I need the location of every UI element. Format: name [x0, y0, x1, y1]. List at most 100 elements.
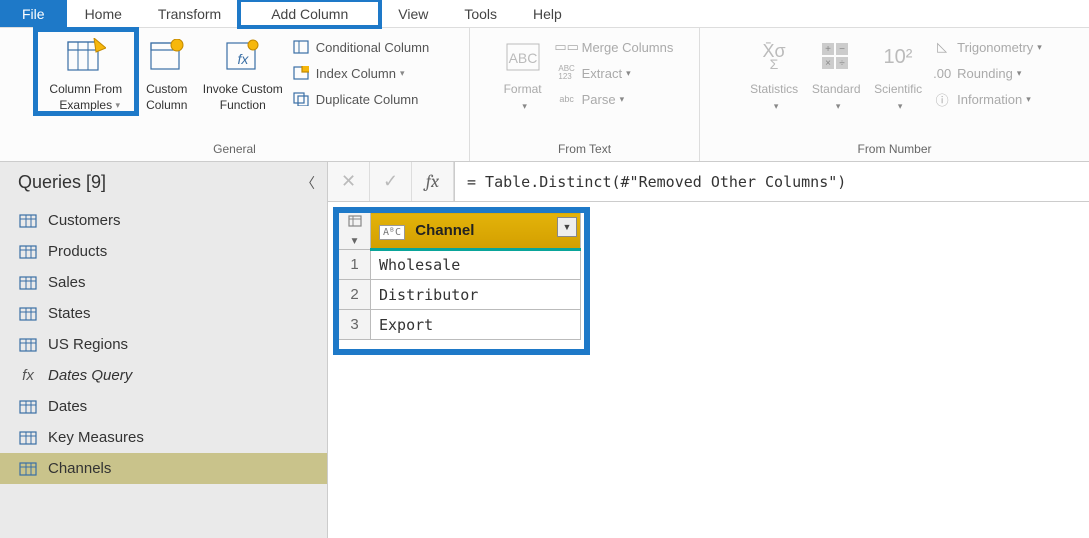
information-button[interactable]: ⓘ Information — [929, 86, 1046, 112]
column-header-label: Channel — [415, 222, 474, 239]
table-icon — [18, 399, 38, 415]
conditional-column-button[interactable]: Conditional Column — [288, 34, 433, 60]
query-item-label: Dates — [48, 398, 87, 415]
tab-view[interactable]: View — [380, 0, 446, 27]
invoke-custom-function-icon: fx — [219, 34, 267, 78]
table-icon — [18, 337, 38, 353]
query-item-label: Products — [48, 243, 107, 260]
query-list: Customers Products Sales States US Regions fx… — [0, 205, 327, 538]
tab-tools[interactable]: Tools — [446, 0, 515, 27]
ribbon: Column From Examples Custom Column fx In… — [0, 28, 1089, 162]
svg-text:+: + — [825, 44, 831, 55]
ribbon-group-from-number: X̄σΣ Statistics +−×÷ Standard 10² Scient… — [700, 28, 1089, 161]
statistics-icon: X̄σΣ — [750, 34, 798, 78]
column-from-examples-button[interactable]: Column From Examples — [36, 30, 136, 113]
conditional-column-label: Conditional Column — [316, 40, 429, 55]
query-item-label: Key Measures — [48, 429, 144, 446]
collapse-sidebar-button[interactable]: 〈 — [301, 173, 315, 193]
grid-corner-button[interactable]: ▾ — [339, 213, 371, 250]
table-icon — [18, 275, 38, 291]
cell-value[interactable]: Export — [371, 310, 581, 340]
format-button[interactable]: ABC Format — [492, 30, 554, 113]
format-icon: ABC — [499, 34, 547, 78]
main-pane: ✕ ✓ fx = Table.Distinct(#"Removed Other … — [328, 162, 1089, 538]
query-item-us-regions[interactable]: US Regions — [0, 329, 327, 360]
query-item-channels[interactable]: Channels — [0, 453, 327, 484]
dropdown-caret-icon — [832, 98, 841, 114]
rounding-button[interactable]: .00 Rounding — [929, 60, 1046, 86]
dropdown-caret-icon — [770, 98, 779, 114]
table-row[interactable]: 2Distributor — [339, 280, 581, 310]
information-label: Information — [957, 92, 1022, 107]
column-header-channel[interactable]: AᴮC Channel ▼ — [371, 213, 581, 250]
trigonometry-button[interactable]: ◺ Trigonometry — [929, 34, 1046, 60]
custom-column-button[interactable]: Custom Column — [136, 30, 198, 113]
svg-text:÷: ÷ — [839, 58, 845, 69]
duplicate-column-label: Duplicate Column — [316, 92, 419, 107]
formula-bar: ✕ ✓ fx = Table.Distinct(#"Removed Other … — [328, 162, 1089, 202]
column-filter-button[interactable]: ▼ — [557, 217, 577, 237]
parse-label: Parse — [582, 92, 616, 107]
trigonometry-label: Trigonometry — [957, 40, 1033, 55]
formula-fx-button[interactable]: fx — [412, 162, 454, 201]
formula-input[interactable]: = Table.Distinct(#"Removed Other Columns… — [454, 162, 1089, 201]
merge-columns-button[interactable]: ▭▭ Merge Columns — [554, 34, 678, 60]
formula-commit-button[interactable]: ✓ — [370, 162, 412, 201]
custom-column-label: Custom Column — [146, 82, 187, 113]
column-from-examples-icon — [62, 34, 110, 78]
table-icon — [18, 461, 38, 477]
query-item-products[interactable]: Products — [0, 236, 327, 267]
row-number[interactable]: 3 — [339, 310, 371, 340]
svg-text:−: − — [839, 44, 845, 55]
formula-cancel-button[interactable]: ✕ — [328, 162, 370, 201]
query-item-states[interactable]: States — [0, 298, 327, 329]
duplicate-column-button[interactable]: Duplicate Column — [288, 86, 433, 112]
tab-help[interactable]: Help — [515, 0, 580, 27]
query-item-label: States — [48, 305, 91, 322]
scientific-icon: 10² — [874, 34, 922, 78]
invoke-custom-function-button[interactable]: fx Invoke Custom Function — [198, 30, 288, 113]
rounding-label: Rounding — [957, 66, 1013, 81]
queries-sidebar: Queries [9] 〈 CustomersProductsSalesStat… — [0, 162, 328, 538]
query-item-label: US Regions — [48, 336, 128, 353]
standard-button[interactable]: +−×÷ Standard — [805, 30, 867, 113]
table-row[interactable]: 1Wholesale — [339, 250, 581, 280]
table-row[interactable]: 3Export — [339, 310, 581, 340]
table-icon — [18, 430, 38, 446]
conditional-column-icon — [292, 38, 310, 56]
tab-file[interactable]: File — [0, 0, 67, 27]
ribbon-group-from-text: ABC Format ▭▭ Merge Columns ABC123 Extra… — [470, 28, 700, 161]
table-icon — [18, 244, 38, 260]
query-item-key-measures[interactable]: Key Measures — [0, 422, 327, 453]
query-item-dates-query[interactable]: fxDates Query — [0, 360, 327, 391]
dropdown-caret-icon — [894, 98, 903, 114]
scientific-button[interactable]: 10² Scientific — [867, 30, 929, 113]
query-item-label: Channels — [48, 460, 111, 477]
trigonometry-icon: ◺ — [933, 38, 951, 56]
ribbon-group-general-label: General — [6, 142, 463, 159]
tab-add-column[interactable]: Add Column — [239, 0, 380, 27]
query-item-sales[interactable]: Sales — [0, 267, 327, 298]
dropdown-caret-icon — [518, 98, 527, 114]
rounding-icon: .00 — [933, 64, 951, 82]
row-number[interactable]: 1 — [339, 250, 371, 280]
query-item-dates[interactable]: Dates — [0, 391, 327, 422]
extract-button[interactable]: ABC123 Extract — [554, 60, 678, 86]
custom-column-icon — [143, 34, 191, 78]
cell-value[interactable]: Wholesale — [371, 250, 581, 280]
index-column-icon — [292, 64, 310, 82]
content-area: Queries [9] 〈 CustomersProductsSalesStat… — [0, 162, 1089, 538]
query-item-label: Customers — [48, 212, 121, 229]
ribbon-group-general: Column From Examples Custom Column fx In… — [0, 28, 470, 161]
query-item-customers[interactable]: Customers — [0, 205, 327, 236]
cell-value[interactable]: Distributor — [371, 280, 581, 310]
merge-columns-icon: ▭▭ — [558, 38, 576, 56]
statistics-button[interactable]: X̄σΣ Statistics — [743, 30, 805, 113]
row-number[interactable]: 2 — [339, 280, 371, 310]
parse-button[interactable]: abc Parse — [554, 86, 678, 112]
tab-transform[interactable]: Transform — [140, 0, 239, 27]
data-grid: ▾ AᴮC Channel ▼ 1Wholesale2Distributor3E… — [338, 212, 581, 340]
index-column-button[interactable]: Index Column — [288, 60, 433, 86]
tab-home[interactable]: Home — [67, 0, 140, 27]
extract-label: Extract — [582, 66, 622, 81]
